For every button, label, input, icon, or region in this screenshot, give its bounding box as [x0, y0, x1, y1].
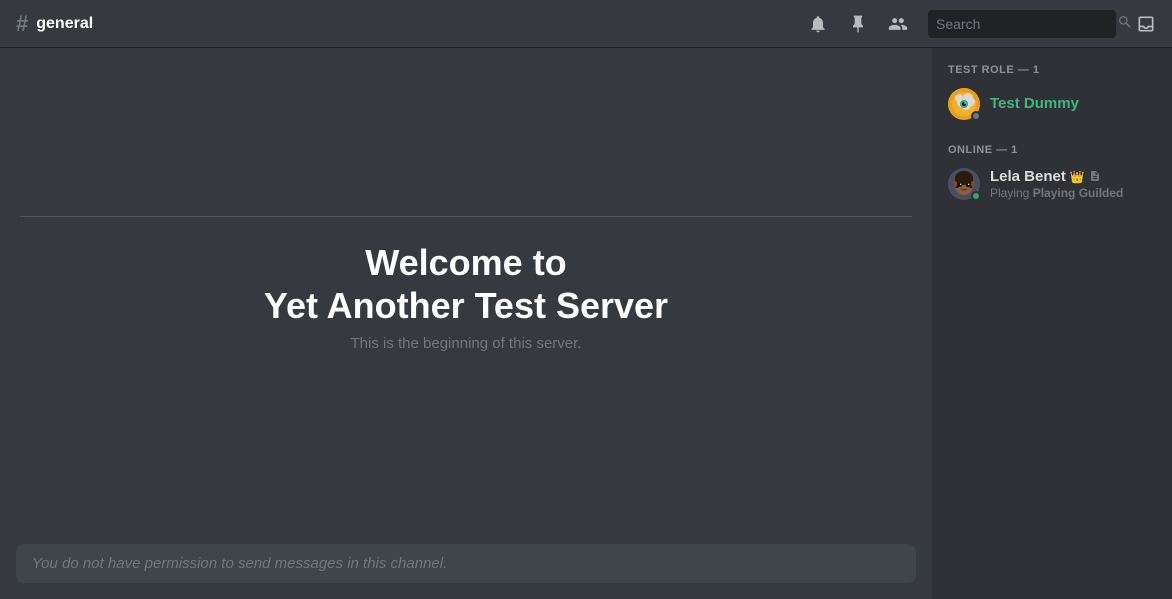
member-info-lela: Lela Benet 👑 Playing Playing Guilded: [990, 168, 1123, 200]
crown-icon: 👑: [1070, 170, 1085, 184]
inbox-icon[interactable]: [1136, 14, 1156, 34]
members-sidebar: TEST ROLE — 1: [932, 48, 1172, 599]
search-input[interactable]: [936, 16, 1117, 32]
status-dot-lela: [971, 191, 981, 201]
welcome-title: Welcome to Yet Another Test Server: [264, 241, 668, 327]
members-icon[interactable]: [888, 14, 908, 34]
message-input-container: You do not have permission to send messa…: [0, 544, 932, 599]
search-bar[interactable]: [928, 10, 1116, 38]
members-group-online: ONLINE — 1: [940, 144, 1164, 204]
member-name-row-lela: Lela Benet 👑: [990, 168, 1123, 186]
group-label-online: ONLINE — 1: [940, 144, 1164, 156]
message-input-disabled: You do not have permission to send messa…: [16, 544, 916, 583]
member-name-lela: Lela Benet: [990, 168, 1066, 186]
header-actions: [808, 10, 1156, 38]
search-icon: [1117, 14, 1133, 33]
member-name-test-dummy: Test Dummy: [990, 95, 1079, 113]
welcome-subtitle: This is the beginning of this server.: [264, 335, 668, 352]
channel-hash-icon: #: [16, 11, 28, 37]
main-content: Welcome to Yet Another Test Server This …: [0, 48, 1172, 599]
members-group-test-role: TEST ROLE — 1: [940, 64, 1164, 124]
member-info-test-dummy: Test Dummy: [990, 95, 1079, 113]
member-item-lela-benet[interactable]: Lela Benet 👑 Playing Playing Guilded: [940, 164, 1164, 204]
pin-icon[interactable]: [848, 14, 868, 34]
note-icon: [1089, 170, 1101, 185]
bell-icon[interactable]: [808, 14, 828, 34]
avatar-wrapper-test-dummy: [948, 88, 980, 120]
channel-header: # general: [0, 0, 1172, 48]
welcome-message: Welcome to Yet Another Test Server This …: [264, 241, 668, 352]
member-status-game: Playing Guilded: [1033, 186, 1124, 200]
chat-area: Welcome to Yet Another Test Server This …: [0, 48, 932, 599]
avatar-wrapper-lela: [948, 168, 980, 200]
beginning-divider: [20, 216, 912, 217]
group-label-test-role: TEST ROLE — 1: [940, 64, 1164, 76]
member-status-lela: Playing Playing Guilded: [990, 186, 1123, 200]
channel-name: general: [36, 15, 93, 33]
member-item-test-dummy[interactable]: Test Dummy: [940, 84, 1164, 124]
status-dot-test-dummy: [971, 111, 981, 121]
messages-container: Welcome to Yet Another Test Server This …: [0, 48, 932, 544]
